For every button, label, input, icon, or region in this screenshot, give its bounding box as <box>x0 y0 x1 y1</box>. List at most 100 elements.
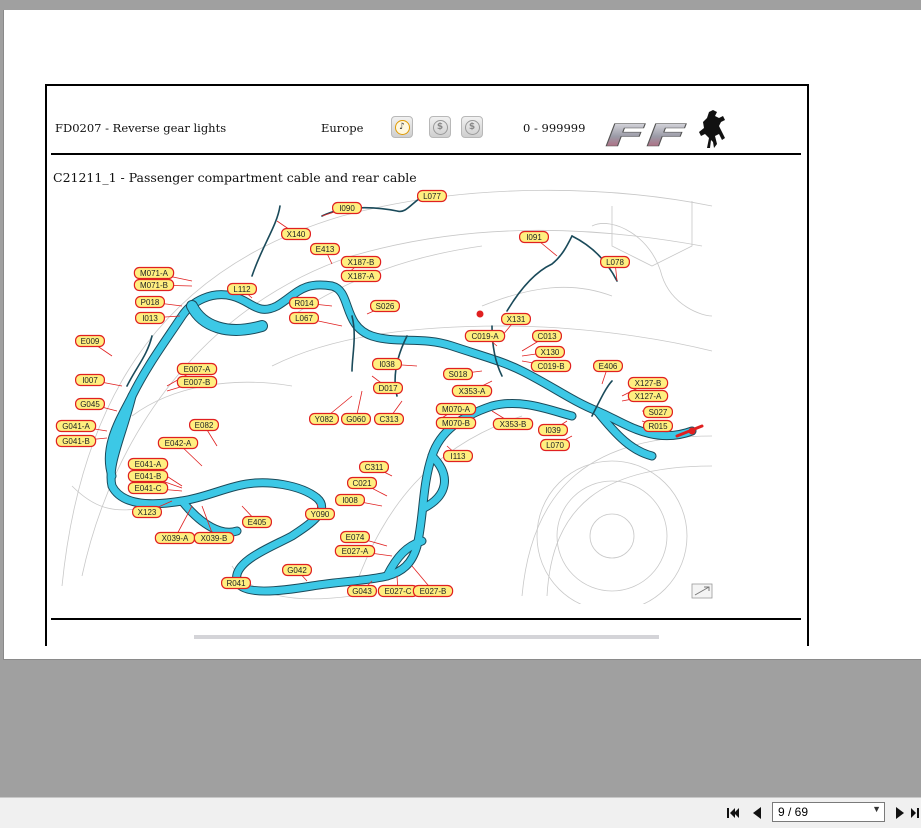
connector-callout-c019-b[interactable]: C019-B <box>530 359 572 373</box>
connector-code: M071-B <box>140 281 168 290</box>
horizontal-scrollbar[interactable] <box>194 635 659 639</box>
connector-code: E405 <box>248 518 267 527</box>
connector-callout-x140[interactable]: X140 <box>281 227 312 241</box>
connector-callout-i090[interactable]: I090 <box>332 201 363 215</box>
connector-code: E082 <box>195 421 214 430</box>
connector-callout-c311[interactable]: C311 <box>359 460 390 474</box>
connector-code: G043 <box>352 587 372 596</box>
document-viewport[interactable]: FD0207 - Reverse gear lights Europe ♪ $ … <box>3 10 921 660</box>
connector-callout-s027[interactable]: S027 <box>642 405 673 419</box>
connector-callout-e406[interactable]: E406 <box>592 359 623 373</box>
connector-callout-p018[interactable]: P018 <box>134 295 165 309</box>
connector-callout-c019-a[interactable]: C019-A <box>464 329 506 343</box>
connector-callout-e405[interactable]: E405 <box>242 515 273 529</box>
last-page-icon[interactable] <box>910 806 921 820</box>
connector-callout-m070-b[interactable]: M070-B <box>435 416 477 430</box>
connector-callout-y082[interactable]: Y082 <box>309 412 340 426</box>
connector-callout-x353-b[interactable]: X353-B <box>492 417 534 431</box>
connector-callout-r041[interactable]: R041 <box>221 576 252 590</box>
connector-callout-r015[interactable]: R015 <box>642 419 673 433</box>
connector-callout-i113[interactable]: I113 <box>443 449 474 463</box>
connector-code: E041-C <box>134 484 161 493</box>
connector-code: G042 <box>287 566 307 575</box>
connector-code: E413 <box>316 245 335 254</box>
connector-code: X123 <box>138 508 157 517</box>
connector-code: X127-A <box>635 392 662 401</box>
connector-code: I039 <box>545 426 561 435</box>
connector-callout-e009[interactable]: E009 <box>75 334 105 348</box>
connector-code: X353-A <box>459 387 486 396</box>
connector-callout-g041-b[interactable]: G041-B <box>55 434 97 448</box>
connector-callout-l067[interactable]: L067 <box>289 311 320 325</box>
connector-callout-l070[interactable]: L070 <box>540 438 571 452</box>
connector-callout-e082[interactable]: E082 <box>189 418 220 432</box>
connector-callout-l077[interactable]: L077 <box>417 189 448 203</box>
connector-callout-x039-b[interactable]: X039-B <box>193 531 235 545</box>
connector-callout-x130[interactable]: X130 <box>535 345 566 359</box>
connector-callout-s026[interactable]: S026 <box>370 299 401 313</box>
connector-code: E041-B <box>135 472 162 481</box>
connector-code: I013 <box>142 314 158 323</box>
connector-callout-e027-b[interactable]: E027-B <box>412 584 454 598</box>
page-indicator: 9 / 69 <box>778 805 809 819</box>
connector-callout-d017[interactable]: D017 <box>373 381 404 395</box>
connector-callout-e041-a[interactable]: E041-A <box>127 457 169 471</box>
function-code: FD0207 - Reverse gear lights <box>55 121 227 135</box>
connector-callout-c021[interactable]: C021 <box>347 476 378 490</box>
connector-callout-g045[interactable]: G045 <box>75 397 105 411</box>
connector-code: C313 <box>379 415 399 424</box>
previous-page-icon[interactable] <box>750 806 764 820</box>
connector-callout-m070-a[interactable]: M070-A <box>435 402 477 416</box>
svg-text:FF: FF <box>605 120 688 150</box>
connector-code: C021 <box>352 479 372 488</box>
connector-callout-r014[interactable]: R014 <box>289 296 320 310</box>
connector-callout-x187-a[interactable]: X187-A <box>340 269 382 283</box>
connector-callout-e007-a[interactable]: E007-A <box>176 362 218 376</box>
connector-callout-g060[interactable]: G060 <box>341 412 372 426</box>
connector-code: E027-C <box>384 587 411 596</box>
connector-callout-s018[interactable]: S018 <box>443 367 474 381</box>
connector-callout-m071-b[interactable]: M071-B <box>133 278 175 292</box>
footer-rule <box>51 618 801 620</box>
connector-callout-c013[interactable]: C013 <box>532 329 563 343</box>
connector-callout-e074[interactable]: E074 <box>340 530 371 544</box>
connector-callout-y090[interactable]: Y090 <box>305 507 336 521</box>
connector-callout-e413[interactable]: E413 <box>310 242 341 256</box>
connector-callout-c313[interactable]: C313 <box>374 412 405 426</box>
connector-callout-g042[interactable]: G042 <box>282 563 313 577</box>
connector-callout-i091[interactable]: I091 <box>519 230 550 244</box>
connector-callout-l078[interactable]: L078 <box>599 255 630 269</box>
connector-callout-e027-c[interactable]: E027-C <box>377 584 419 598</box>
connector-code: S027 <box>649 408 668 417</box>
connector-callout-x127-b[interactable]: X127-B <box>627 376 669 390</box>
connector-callout-l112[interactable]: L112 <box>227 282 258 296</box>
connector-callout-m071-a[interactable]: M071-A <box>133 266 175 280</box>
connector-callout-e042-a[interactable]: E042-A <box>157 436 199 450</box>
market-icon-3: $ <box>461 116 483 138</box>
connector-callout-x131[interactable]: X131 <box>501 312 532 326</box>
connector-callout-e041-b[interactable]: E041-B <box>127 469 169 483</box>
connector-code: X187-A <box>348 272 375 281</box>
connector-callout-i039[interactable]: I039 <box>538 423 569 437</box>
connector-code: C013 <box>537 332 557 341</box>
connector-callout-x187-b[interactable]: X187-B <box>340 255 382 269</box>
first-page-icon[interactable] <box>726 806 740 820</box>
connector-callout-x127-a[interactable]: X127-A <box>627 389 669 403</box>
connector-callout-e007-b[interactable]: E007-B <box>176 375 218 389</box>
page-number-select[interactable]: 9 / 69 ▼ <box>772 802 885 822</box>
connector-code: R041 <box>226 579 246 588</box>
connector-callout-x039-a[interactable]: X039-A <box>154 531 196 545</box>
connector-callout-e027-a[interactable]: E027-A <box>334 544 376 558</box>
connector-code: E042-A <box>165 439 192 448</box>
connector-callout-i013[interactable]: I013 <box>134 311 165 325</box>
next-page-icon[interactable] <box>893 806 907 820</box>
connector-callout-i007[interactable]: I007 <box>75 373 105 387</box>
connector-callout-x353-a[interactable]: X353-A <box>451 384 493 398</box>
connector-code: X353-B <box>500 420 527 429</box>
connector-callout-x123[interactable]: X123 <box>131 505 162 519</box>
connector-callout-g043[interactable]: G043 <box>347 584 378 598</box>
connector-callout-g041-a[interactable]: G041-A <box>55 419 97 433</box>
connector-callout-i008[interactable]: I008 <box>335 493 366 507</box>
connector-callout-i038[interactable]: I038 <box>372 357 403 371</box>
connector-callout-e041-c[interactable]: E041-C <box>127 481 169 495</box>
